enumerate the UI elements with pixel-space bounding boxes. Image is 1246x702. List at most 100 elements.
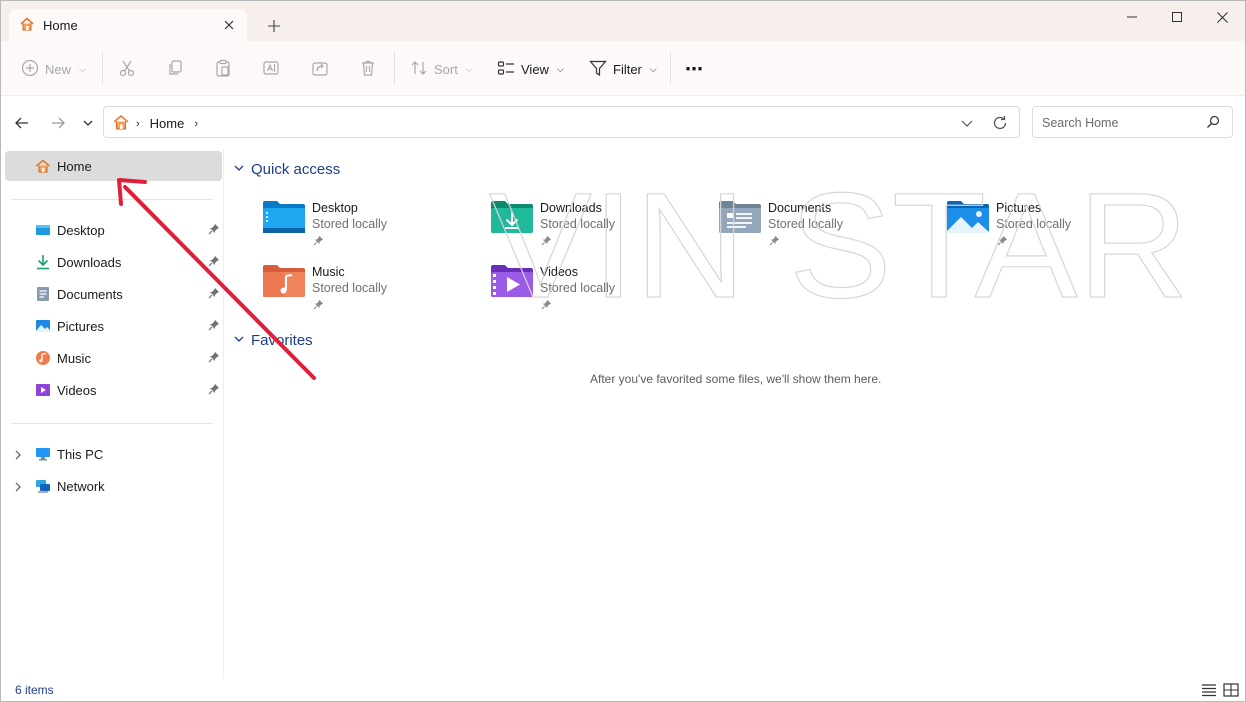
home-icon	[19, 16, 35, 35]
item-location: Stored locally	[540, 281, 616, 295]
section-title: Quick access	[251, 161, 341, 178]
downloads-folder-icon	[491, 201, 533, 233]
search-icon[interactable]	[1206, 115, 1220, 132]
pin-icon	[313, 234, 324, 249]
more-icon: ⋯	[685, 58, 703, 79]
sidebar-item-label: Downloads	[57, 254, 122, 270]
item-location: Stored locally	[996, 217, 1072, 231]
rename-button[interactable]	[262, 55, 280, 83]
close-tab-icon[interactable]	[221, 17, 237, 33]
sidebar-item-music[interactable]: Music	[5, 343, 222, 373]
videos-folder-icon	[491, 265, 533, 297]
sidebar-item-label: Home	[57, 158, 92, 174]
filter-button[interactable]: Filter ⌵	[589, 55, 657, 83]
recent-locations-button[interactable]	[77, 113, 99, 135]
pin-icon[interactable]	[208, 383, 220, 398]
copy-button[interactable]	[166, 55, 184, 83]
sidebar-divider	[11, 423, 213, 424]
sidebar-item-label: Pictures	[57, 318, 104, 334]
pin-icon[interactable]	[208, 287, 220, 302]
new-button[interactable]: New ⌵	[21, 55, 86, 83]
quick-access-item[interactable]: Pictures Stored locally	[946, 197, 1166, 253]
share-button[interactable]	[311, 55, 329, 83]
sort-button[interactable]: Sort ⌵	[410, 55, 473, 83]
new-tab-icon[interactable]	[263, 15, 285, 37]
paste-button[interactable]	[214, 55, 232, 83]
pin-icon[interactable]	[208, 255, 220, 270]
details-view-icon[interactable]	[1201, 683, 1217, 697]
maximize-icon[interactable]	[1154, 1, 1200, 33]
sidebar-item-documents[interactable]: Documents	[5, 279, 222, 309]
sidebar-divider	[11, 199, 213, 200]
sidebar-item-network[interactable]: Network	[5, 471, 222, 501]
breadcrumb: › Home ›	[112, 113, 198, 134]
favorites-header[interactable]: Favorites	[233, 332, 313, 349]
item-location: Stored locally	[768, 217, 844, 231]
item-location: Stored locally	[312, 217, 388, 231]
sidebar-item-label: Videos	[57, 382, 97, 398]
refresh-icon[interactable]	[991, 114, 1009, 132]
pin-icon[interactable]	[208, 351, 220, 366]
quick-access-item[interactable]: Videos Stored locally	[490, 261, 710, 317]
item-count: 6 items	[15, 683, 54, 697]
search-input[interactable]: Search Home	[1032, 106, 1233, 138]
sidebar-item-downloads[interactable]: Downloads	[5, 247, 222, 277]
chevron-down-icon: ⌵	[465, 63, 473, 74]
sidebar-item-pictures[interactable]: Pictures	[5, 311, 222, 341]
item-name: Pictures	[996, 201, 1042, 215]
pin-icon[interactable]	[208, 319, 220, 334]
network-icon	[35, 478, 51, 494]
close-window-icon[interactable]	[1199, 1, 1245, 33]
item-name: Videos	[540, 265, 578, 279]
navigation-pane: Home Desktop Downloads Documents Picture…	[1, 149, 224, 679]
chevron-right-icon[interactable]	[13, 448, 23, 463]
minimize-icon[interactable]	[1109, 1, 1155, 33]
toolbar-divider	[394, 51, 395, 85]
cut-button[interactable]	[118, 55, 136, 83]
delete-button[interactable]	[359, 55, 377, 83]
sidebar-item-videos[interactable]: Videos	[5, 375, 222, 405]
quick-access-item[interactable]: Documents Stored locally	[718, 197, 938, 253]
sidebar-item-home[interactable]: Home	[5, 151, 222, 181]
item-name: Music	[312, 265, 345, 279]
tiles-view-icon[interactable]	[1223, 683, 1239, 697]
address-bar[interactable]: › Home ›	[103, 106, 1020, 138]
tab-home[interactable]: Home	[9, 9, 247, 41]
sort-label: Sort	[434, 61, 458, 77]
forward-button[interactable]	[47, 113, 69, 135]
quick-access-item[interactable]: Desktop Stored locally	[262, 197, 482, 253]
videos-icon	[35, 382, 51, 398]
quick-access-item[interactable]: Downloads Stored locally	[490, 197, 710, 253]
chevron-down-icon: ⌵	[79, 63, 86, 74]
quick-access-item[interactable]: Music Stored locally	[262, 261, 482, 317]
pin-icon	[541, 298, 552, 313]
chevron-down-icon: ⌵	[649, 63, 657, 74]
tab-title: Home	[43, 17, 78, 33]
sidebar-item-this-pc[interactable]: This PC	[5, 439, 222, 469]
filter-icon	[589, 59, 607, 80]
pin-icon	[313, 298, 324, 313]
sidebar-item-label: Network	[57, 478, 105, 494]
sidebar-item-desktop[interactable]: Desktop	[5, 215, 222, 245]
arrow-right-icon	[51, 116, 65, 133]
command-bar: New ⌵ Sort ⌵ View ⌵ Filter ⌵ ⋯	[1, 41, 1245, 96]
pictures-folder-icon	[947, 201, 989, 233]
breadcrumb-home[interactable]: Home	[150, 116, 185, 131]
pin-icon[interactable]	[208, 223, 220, 238]
quick-access-header[interactable]: Quick access	[233, 161, 340, 178]
rename-icon	[262, 59, 280, 80]
breadcrumb-separator-icon[interactable]: ›	[136, 118, 140, 130]
view-button[interactable]: View ⌵	[497, 55, 564, 83]
item-name: Documents	[768, 201, 832, 215]
address-dropdown-icon[interactable]	[959, 115, 975, 131]
item-location: Stored locally	[312, 281, 388, 295]
more-options-button[interactable]: ⋯	[685, 55, 703, 83]
arrow-left-icon	[15, 116, 29, 133]
chevron-right-icon[interactable]	[13, 480, 23, 495]
sidebar-item-label: Documents	[57, 286, 123, 302]
back-button[interactable]	[11, 113, 33, 135]
desktop-icon	[35, 222, 51, 238]
chevron-down-icon: ⌵	[556, 63, 564, 74]
pictures-icon	[35, 318, 51, 334]
breadcrumb-separator-icon[interactable]: ›	[194, 118, 198, 130]
